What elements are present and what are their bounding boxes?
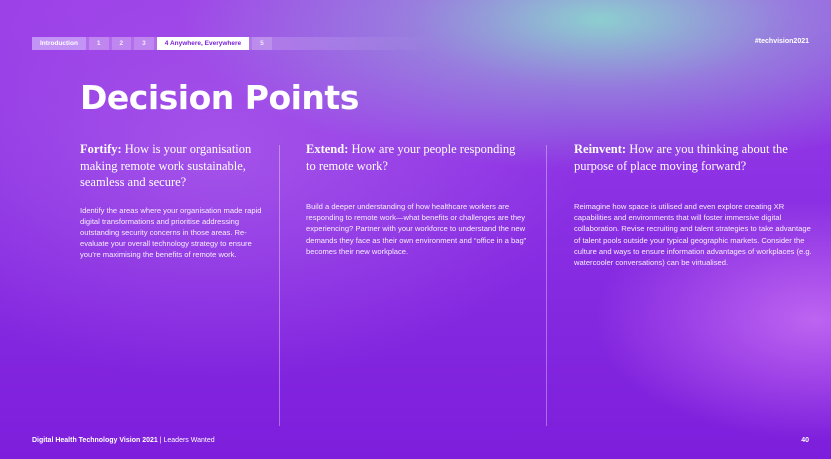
column-body: Build a deeper understanding of how heal…: [306, 202, 527, 256]
decision-column-fortify: Fortify: How is your organisation making…: [80, 141, 270, 261]
nav-tab-introduction[interactable]: Introduction: [32, 37, 86, 50]
slide: Introduction 1 2 3 4 Anywhere, Everywher…: [0, 0, 831, 459]
nav-tab-1[interactable]: 1: [88, 37, 109, 50]
footer-report-title: Digital Health Technology Vision 2021: [32, 437, 158, 444]
page-number: 40: [801, 437, 809, 444]
column-divider: [279, 145, 280, 426]
column-body: Reimagine how space is utilised and even…: [574, 202, 812, 268]
column-lead: Fortify:: [80, 142, 122, 156]
column-lead: Reinvent:: [574, 142, 627, 156]
nav-tab-3[interactable]: 3: [134, 37, 154, 50]
column-question: Reinvent: How are you thinking about the…: [574, 141, 812, 174]
column-question: Extend: How are your people responding t…: [306, 141, 528, 174]
decision-column-extend: Extend: How are your people responding t…: [306, 141, 528, 257]
footer: Digital Health Technology Vision 2021 | …: [32, 437, 215, 444]
footer-subtitle: Leaders Wanted: [163, 437, 215, 444]
hashtag-label: #techvision2021: [754, 38, 809, 45]
nav-tab-2[interactable]: 2: [111, 37, 132, 50]
page-title: Decision Points: [80, 78, 359, 117]
nav-tab-4-active[interactable]: 4 Anywhere, Everywhere: [156, 37, 250, 50]
nav-tab-5[interactable]: 5: [252, 37, 272, 50]
decision-column-reinvent: Reinvent: How are you thinking about the…: [574, 141, 812, 268]
column-lead: Extend:: [306, 142, 349, 156]
column-question: Fortify: How is your organisation making…: [80, 141, 270, 191]
column-body: Identify the areas where your organisati…: [80, 205, 262, 260]
column-divider: [546, 145, 547, 426]
section-nav: Introduction 1 2 3 4 Anywhere, Everywher…: [32, 37, 275, 50]
